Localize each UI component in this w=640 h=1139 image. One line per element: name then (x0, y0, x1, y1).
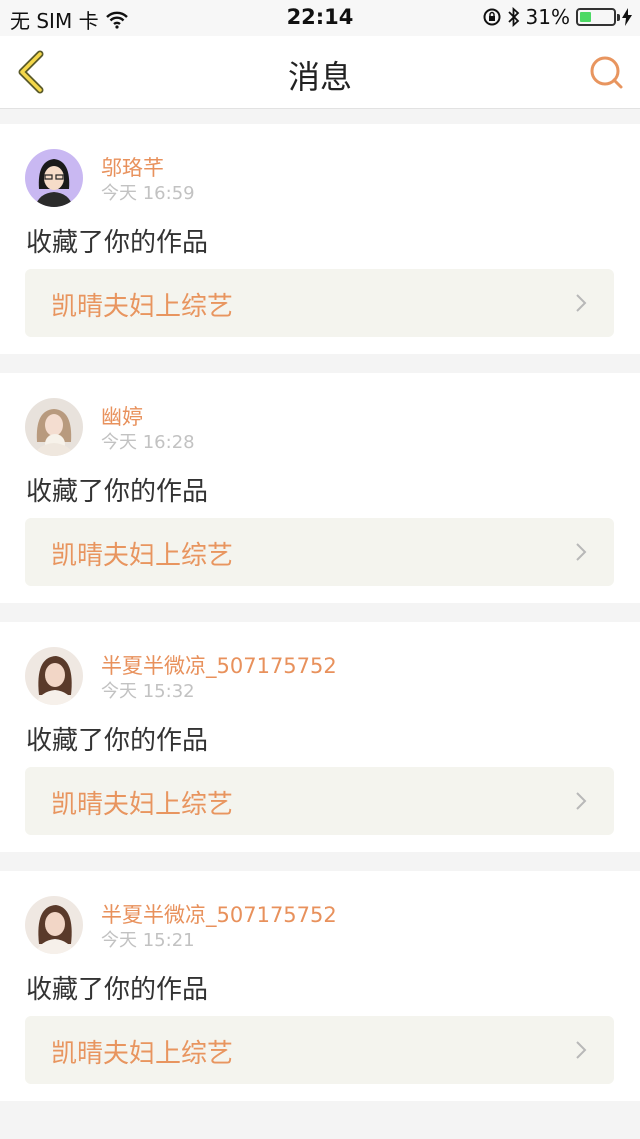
avatar-image (25, 149, 83, 207)
work-link[interactable]: 凯晴夫妇上综艺 (25, 767, 614, 835)
message-card: 半夏半微凉_507175752 今天 15:32 收藏了你的作品 凯晴夫妇上综艺 (0, 622, 640, 852)
message-list: 邬珞芊 今天 16:59 收藏了你的作品 凯晴夫妇上综艺 幽婷 今天 16:28… (0, 124, 640, 1120)
work-title: 凯晴夫妇上综艺 (51, 541, 234, 571)
battery-percent: 31% (525, 5, 570, 29)
avatar[interactable] (25, 398, 83, 456)
status-bar: 无 SIM 卡 22:14 31% (0, 0, 640, 36)
battery-cap (617, 14, 620, 21)
message-card: 半夏半微凉_507175752 今天 15:21 收藏了你的作品 凯晴夫妇上综艺 (0, 871, 640, 1101)
search-icon (590, 56, 623, 89)
work-link[interactable]: 凯晴夫妇上综艺 (25, 269, 614, 337)
message-action: 收藏了你的作品 (26, 477, 209, 507)
avatar-image (25, 647, 83, 705)
nav-bar: 消息 (0, 36, 640, 109)
battery-fill (580, 12, 592, 22)
message-time: 今天 16:59 (101, 183, 195, 204)
user-name[interactable]: 邬珞芊 (101, 152, 164, 182)
status-right: 31% (482, 5, 632, 29)
chevron-right-icon (576, 294, 587, 312)
user-name[interactable]: 半夏半微凉_507175752 (101, 650, 337, 680)
chevron-right-icon (576, 792, 587, 810)
bluetooth-icon (507, 7, 519, 27)
avatar[interactable] (25, 149, 83, 207)
user-name[interactable]: 幽婷 (101, 401, 143, 431)
avatar-image (25, 896, 83, 954)
chevron-right-icon (576, 1041, 587, 1059)
avatar-image (25, 398, 83, 456)
charging-icon (622, 8, 632, 26)
message-time: 今天 16:28 (101, 432, 195, 453)
avatar[interactable] (25, 896, 83, 954)
message-card: 幽婷 今天 16:28 收藏了你的作品 凯晴夫妇上综艺 (0, 373, 640, 603)
message-action: 收藏了你的作品 (26, 228, 209, 258)
work-link[interactable]: 凯晴夫妇上综艺 (25, 518, 614, 586)
message-time: 今天 15:32 (101, 681, 195, 702)
user-name[interactable]: 半夏半微凉_507175752 (101, 899, 337, 929)
search-button[interactable] (586, 52, 626, 92)
orientation-lock-icon (483, 8, 501, 26)
message-card: 邬珞芊 今天 16:59 收藏了你的作品 凯晴夫妇上综艺 (0, 124, 640, 354)
work-title: 凯晴夫妇上综艺 (51, 292, 234, 322)
work-title: 凯晴夫妇上综艺 (51, 790, 234, 820)
battery-icon (576, 8, 620, 26)
chevron-right-icon (576, 543, 587, 561)
work-title: 凯晴夫妇上综艺 (51, 1039, 234, 1069)
message-action: 收藏了你的作品 (26, 975, 209, 1005)
avatar[interactable] (25, 647, 83, 705)
page-title: 消息 (287, 58, 352, 96)
message-action: 收藏了你的作品 (26, 726, 209, 756)
message-time: 今天 15:21 (101, 930, 195, 951)
work-link[interactable]: 凯晴夫妇上综艺 (25, 1016, 614, 1084)
